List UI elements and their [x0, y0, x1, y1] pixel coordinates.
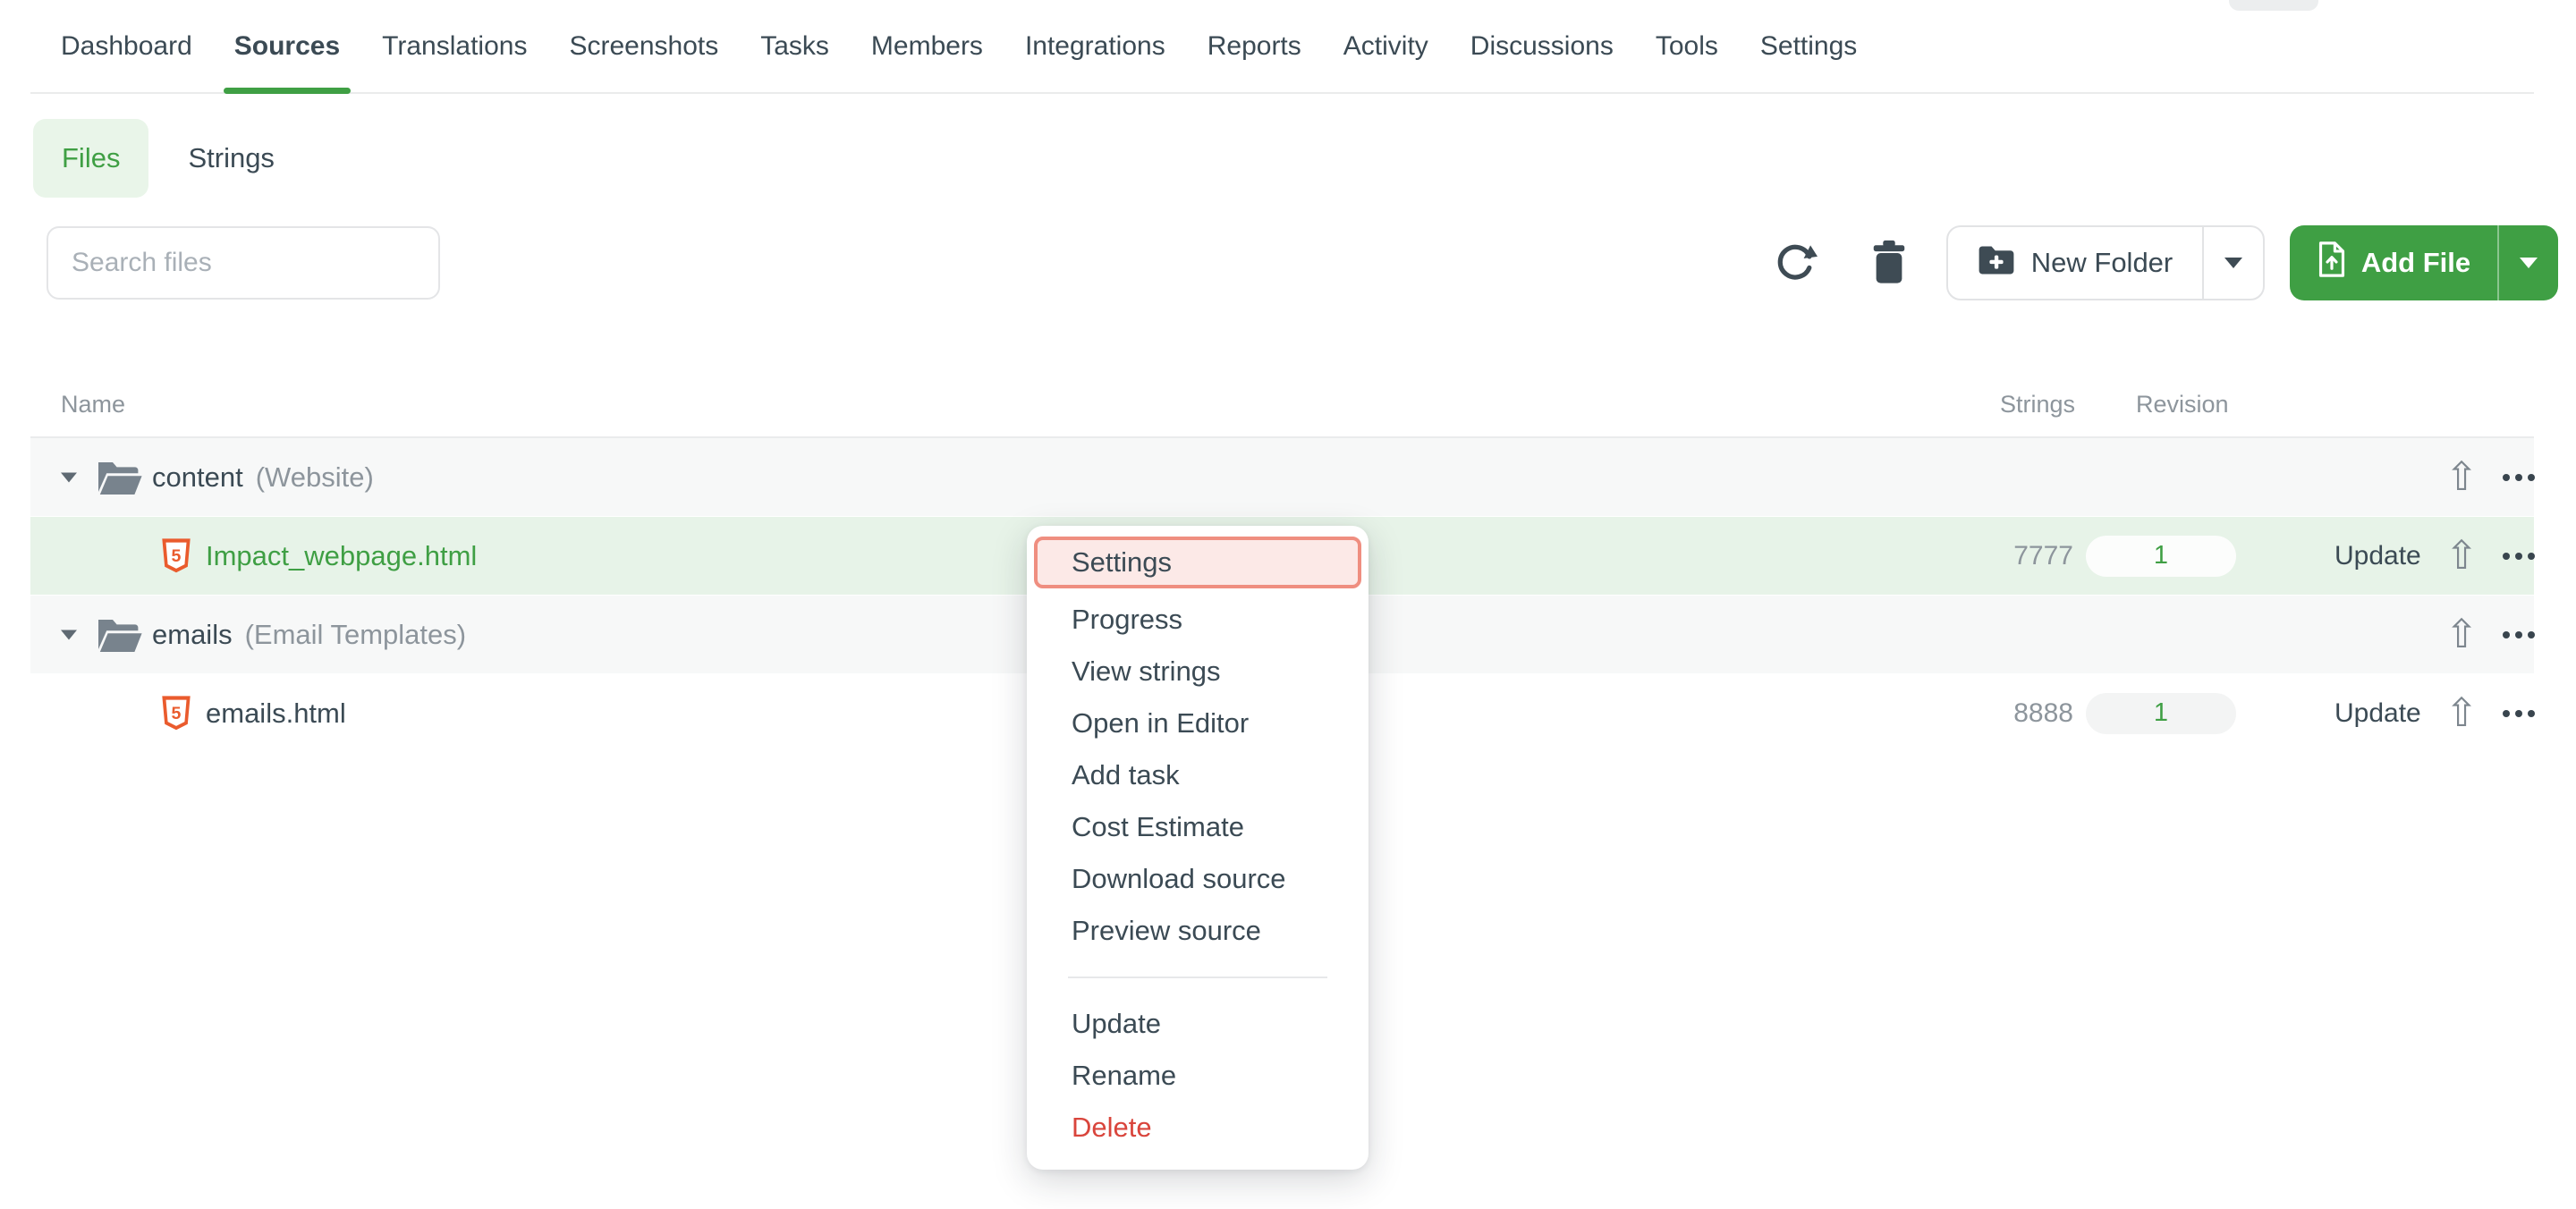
refresh-button[interactable]	[1773, 240, 1818, 286]
menu-item-download-source[interactable]: Download source	[1027, 853, 1368, 905]
folder-annotation: (Website)	[256, 461, 374, 493]
view-switch: Files Strings	[33, 119, 275, 198]
upload-icon[interactable]: ⇧	[2440, 458, 2483, 497]
folder-name: emails (Email Templates)	[152, 619, 466, 651]
revision-badge: 1	[2086, 536, 2236, 577]
upload-icon[interactable]: ⇧	[2440, 694, 2483, 733]
new-folder-label: New Folder	[2031, 247, 2174, 279]
nav-item-reports[interactable]: Reports	[1208, 0, 1301, 92]
folder-name-text: emails	[152, 619, 233, 650]
strings-count: 8888	[1894, 698, 2073, 729]
collapse-expander-icon[interactable]	[61, 630, 77, 639]
search-input[interactable]	[47, 226, 440, 300]
menu-item-settings[interactable]: Settings	[1034, 537, 1361, 588]
nav-item-activity[interactable]: Activity	[1343, 0, 1428, 92]
html5-file-icon: 5	[161, 696, 191, 731]
nav-item-members[interactable]: Members	[871, 0, 983, 92]
column-header-revision: Revision	[2136, 391, 2229, 418]
table-row-folder-content[interactable]: content (Website) ⇧	[30, 438, 2534, 516]
column-header-name: Name	[61, 391, 125, 418]
file-context-menu: Settings Progress View strings Open in E…	[1027, 526, 1368, 1170]
sources-files-page: Dashboard Sources Translations Screensho…	[0, 0, 2576, 1209]
tab-strings[interactable]: Strings	[188, 142, 274, 174]
menu-item-add-task[interactable]: Add task	[1027, 749, 1368, 801]
add-file-button[interactable]: Add File	[2290, 225, 2497, 300]
row-more-actions-button[interactable]	[2496, 474, 2542, 481]
row-more-actions-button[interactable]	[2496, 631, 2542, 638]
new-folder-split-button: New Folder	[1946, 225, 2265, 300]
folder-plus-icon	[1978, 243, 2015, 283]
trash-icon	[1868, 275, 1910, 289]
nav-item-integrations[interactable]: Integrations	[1025, 0, 1165, 92]
folder-name: content (Website)	[152, 461, 374, 494]
nav-item-screenshots[interactable]: Screenshots	[569, 0, 718, 92]
menu-item-preview-source[interactable]: Preview source	[1027, 905, 1368, 957]
file-name[interactable]: emails.html	[206, 698, 346, 730]
top-navigation: Dashboard Sources Translations Screensho…	[30, 0, 2534, 94]
update-link[interactable]: Update	[2334, 541, 2421, 571]
nav-item-tasks[interactable]: Tasks	[760, 0, 829, 92]
upload-icon[interactable]: ⇧	[2440, 615, 2483, 655]
add-file-dropdown-button[interactable]	[2499, 225, 2558, 300]
revision-badge: 1	[2086, 693, 2236, 734]
menu-item-open-in-editor[interactable]: Open in Editor	[1027, 698, 1368, 749]
menu-item-update[interactable]: Update	[1027, 998, 1368, 1050]
nav-item-tools[interactable]: Tools	[1656, 0, 1718, 92]
refresh-icon	[1773, 275, 1818, 289]
nav-item-dashboard[interactable]: Dashboard	[61, 0, 192, 92]
html5-file-icon: 5	[161, 538, 191, 574]
upload-icon[interactable]: ⇧	[2440, 537, 2483, 576]
folder-annotation: (Email Templates)	[245, 619, 467, 650]
strings-count: 7777	[1894, 541, 2073, 571]
menu-item-view-strings[interactable]: View strings	[1027, 646, 1368, 698]
file-name[interactable]: Impact_webpage.html	[206, 540, 477, 572]
add-file-split-button: Add File	[2290, 225, 2558, 300]
file-upload-icon	[2317, 240, 2347, 286]
tab-files[interactable]: Files	[33, 119, 148, 198]
row-more-actions-button[interactable]	[2496, 710, 2542, 717]
update-link[interactable]: Update	[2334, 698, 2421, 729]
open-folder-icon	[97, 458, 143, 497]
nav-item-sources[interactable]: Sources	[234, 0, 340, 92]
delete-selected-button[interactable]	[1868, 238, 1911, 288]
svg-text:5: 5	[172, 545, 182, 565]
menu-divider	[1068, 976, 1327, 978]
nav-item-translations[interactable]: Translations	[382, 0, 527, 92]
menu-item-progress[interactable]: Progress	[1027, 594, 1368, 646]
nav-item-settings[interactable]: Settings	[1760, 0, 1857, 92]
menu-item-rename[interactable]: Rename	[1027, 1050, 1368, 1102]
svg-text:5: 5	[172, 703, 182, 723]
open-folder-icon	[97, 615, 143, 655]
collapse-expander-icon[interactable]	[61, 472, 77, 482]
new-folder-button[interactable]: New Folder	[1948, 227, 2202, 299]
column-header-strings: Strings	[1896, 391, 2075, 418]
menu-item-cost-estimate[interactable]: Cost Estimate	[1027, 801, 1368, 853]
row-more-actions-button[interactable]	[2496, 553, 2542, 560]
nav-item-discussions[interactable]: Discussions	[1470, 0, 1614, 92]
new-folder-dropdown-button[interactable]	[2204, 227, 2263, 299]
menu-item-delete[interactable]: Delete	[1027, 1102, 1368, 1154]
chevron-down-icon	[2224, 258, 2242, 268]
chevron-down-icon	[2520, 258, 2538, 268]
add-file-label: Add File	[2361, 247, 2470, 279]
folder-name-text: content	[152, 461, 243, 493]
